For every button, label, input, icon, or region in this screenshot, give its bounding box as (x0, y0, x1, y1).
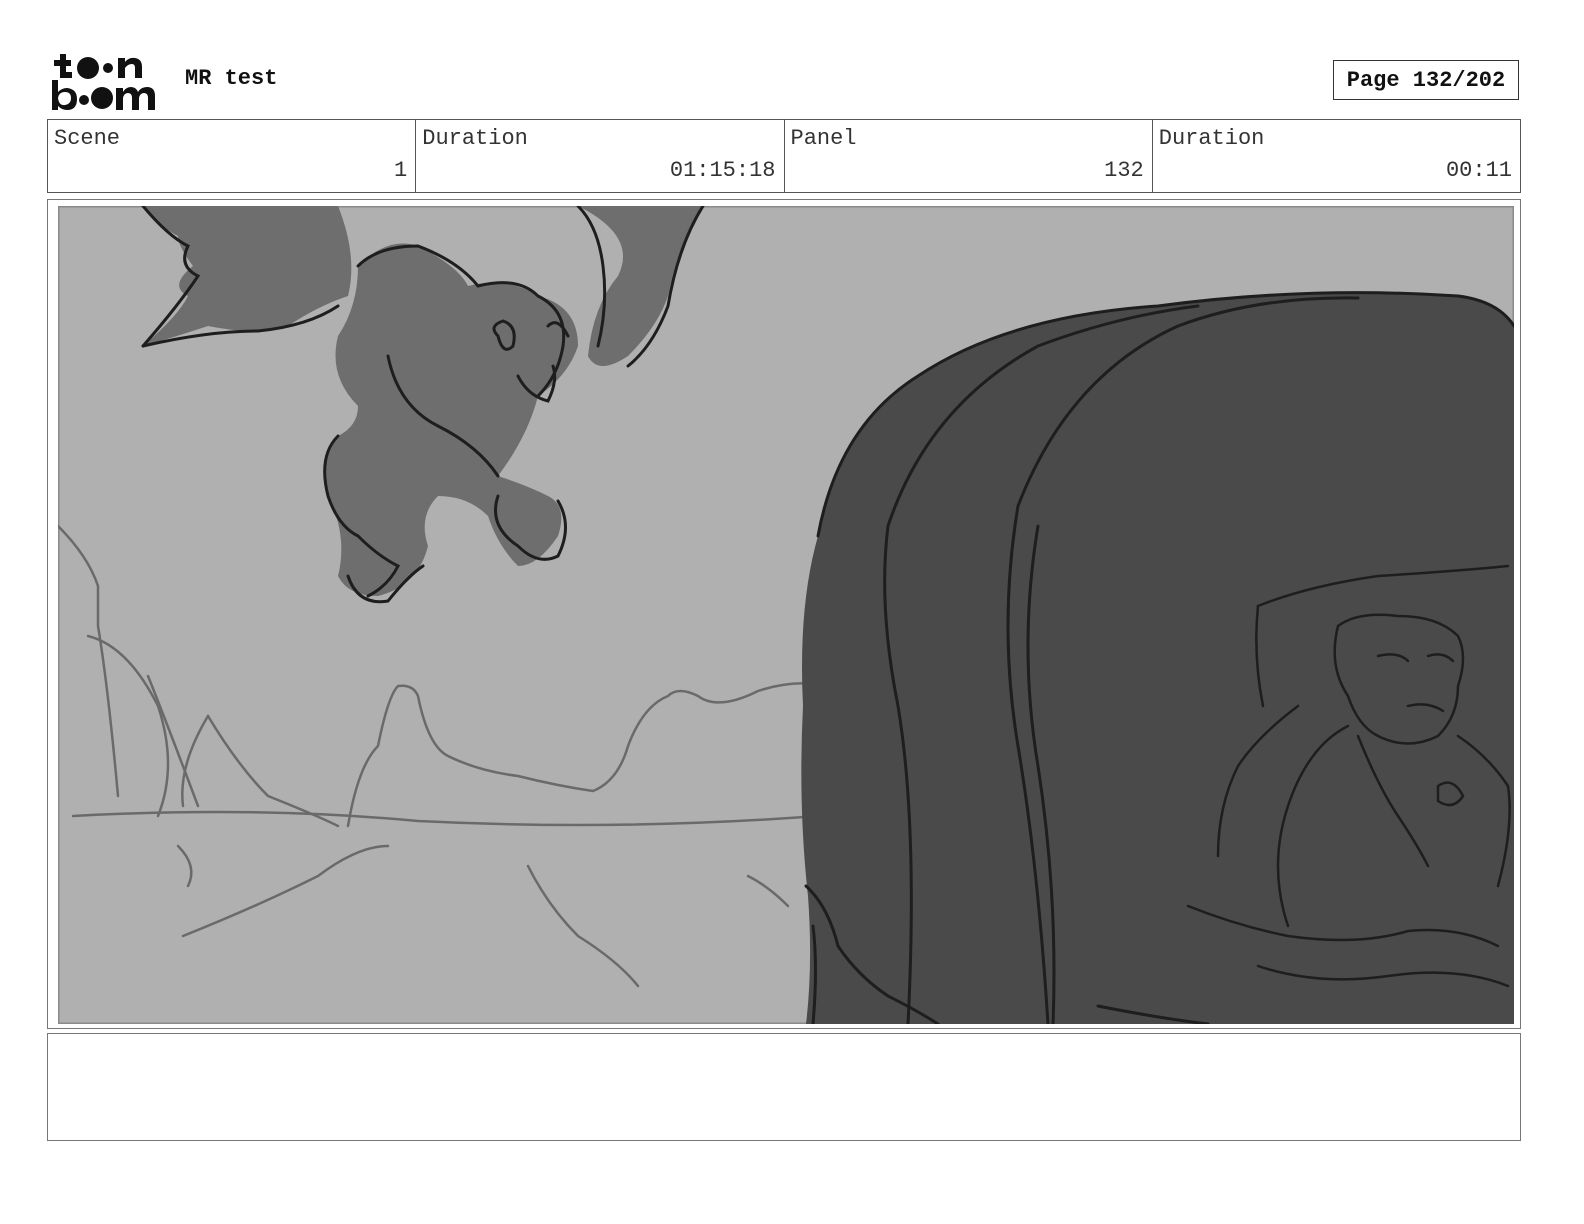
panel-duration-cell: Duration 00:11 (1153, 120, 1520, 192)
page-indicator: Page 132/202 (1333, 60, 1519, 100)
project-title: MR test (185, 66, 278, 91)
storyboard-panel (47, 199, 1521, 1029)
panel-cell: Panel 132 (785, 120, 1153, 192)
scene-cell: Scene 1 (48, 120, 417, 192)
scene-value: 1 (394, 158, 408, 183)
scene-label: Scene (54, 126, 121, 151)
panel-label: Panel (790, 126, 857, 151)
panel-duration-value: 00:11 (1445, 158, 1512, 183)
scene-duration-cell: Duration 01:15:18 (416, 120, 785, 192)
panel-duration-label: Duration (1158, 126, 1265, 151)
panel-info-table: Scene 1 Duration 01:15:18 Panel 132 Dura… (47, 119, 1521, 193)
scene-duration-label: Duration (422, 126, 528, 151)
panel-value: 132 (1104, 158, 1144, 183)
panel-sketch-image (58, 206, 1514, 1024)
scene-duration-value: 01:15:18 (669, 158, 776, 183)
toonboom-logo (52, 54, 155, 110)
panel-notes-box (47, 1033, 1521, 1141)
